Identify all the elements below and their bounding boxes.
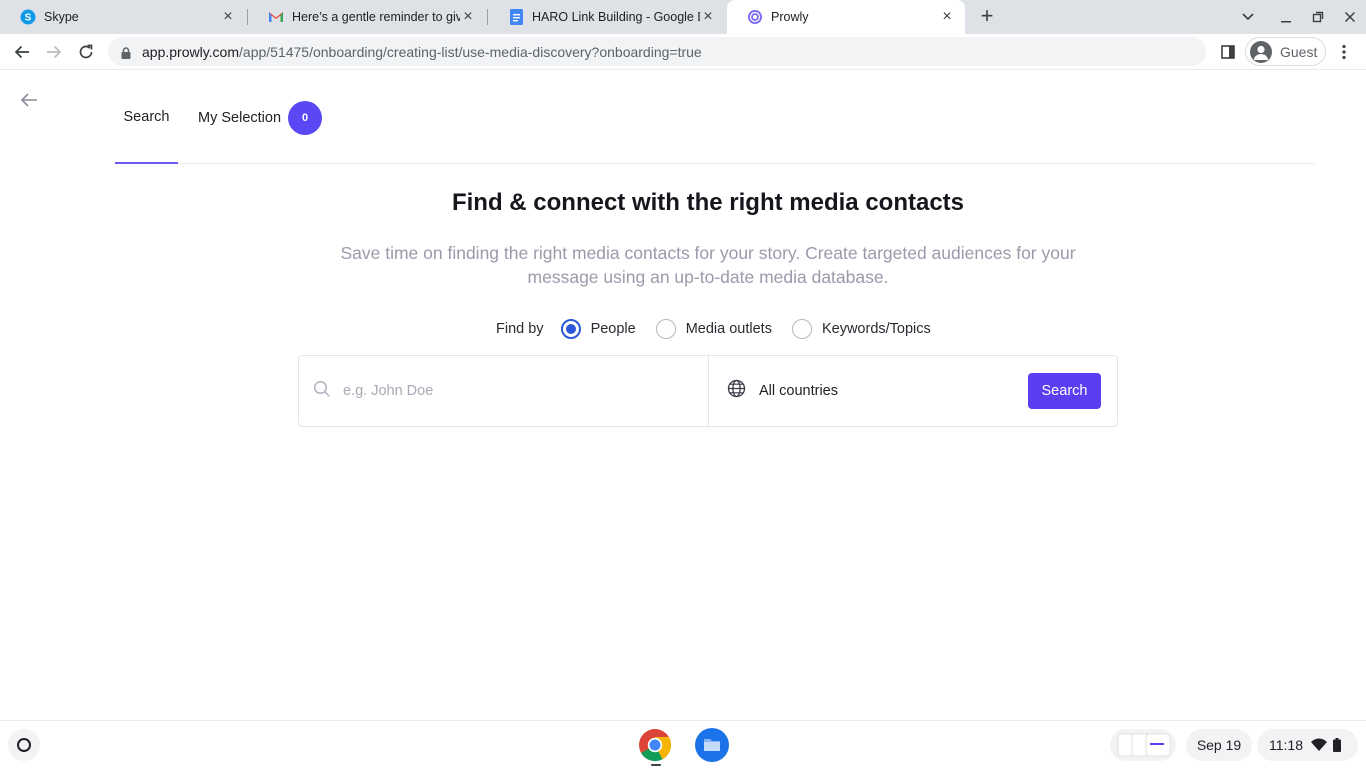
radio-media-outlets[interactable]: Media outlets bbox=[655, 319, 772, 339]
holding-space-thumbnails[interactable] bbox=[1110, 729, 1176, 761]
tab-google-docs[interactable]: HARO Link Building - Google Doc × bbox=[488, 0, 726, 34]
selection-count-badge: 0 bbox=[288, 100, 323, 135]
tab-title: Prowly bbox=[771, 10, 809, 24]
chrome-icon[interactable] bbox=[638, 728, 672, 762]
country-select[interactable]: All countries Search bbox=[710, 356, 1117, 426]
more-vert-icon[interactable] bbox=[1332, 40, 1356, 64]
tab-strip: S Skype × Here’s a gentle reminder to gi… bbox=[0, 0, 1366, 34]
prowly-page: Search My Selection 0 Find & connect wit… bbox=[0, 71, 1366, 720]
reload-icon[interactable] bbox=[74, 40, 98, 64]
restore-icon[interactable] bbox=[1307, 6, 1329, 28]
back-arrow-icon[interactable] bbox=[18, 89, 40, 111]
url-text: app.prowly.com/app/51475/onboarding/crea… bbox=[142, 44, 702, 60]
search-button[interactable]: Search bbox=[1028, 373, 1101, 409]
radio-keywords-topics[interactable]: Keywords/Topics bbox=[791, 319, 931, 339]
radio-indicator[interactable] bbox=[655, 319, 676, 339]
os-shelf: Sep 19 11:18 bbox=[0, 720, 1366, 768]
find-by-group: Find by People Media outlets Keywords/To… bbox=[496, 317, 951, 341]
launcher-circle-icon bbox=[17, 738, 31, 752]
tab-my-selection[interactable]: My Selection 0 bbox=[198, 71, 323, 164]
radio-indicator[interactable] bbox=[791, 319, 812, 339]
search-input[interactable]: e.g. John Doe bbox=[299, 356, 709, 426]
files-icon[interactable] bbox=[695, 728, 729, 762]
address-bar[interactable]: app.prowly.com/app/51475/onboarding/crea… bbox=[108, 37, 1206, 66]
url-domain: app.prowly.com bbox=[142, 43, 240, 60]
close-icon[interactable]: × bbox=[939, 9, 955, 25]
svg-text:S: S bbox=[25, 13, 32, 24]
profile-label: Guest bbox=[1280, 43, 1318, 60]
browser-toolbar: app.prowly.com/app/51475/onboarding/crea… bbox=[0, 34, 1366, 70]
page-title: Find & connect with the right media cont… bbox=[451, 189, 965, 216]
close-icon[interactable]: × bbox=[700, 9, 716, 25]
search-placeholder: e.g. John Doe bbox=[343, 383, 434, 399]
date-indicator[interactable]: Sep 19 bbox=[1186, 729, 1252, 761]
search-icon bbox=[313, 380, 331, 403]
country-value: All countries bbox=[759, 383, 838, 399]
tab-title: Skype bbox=[44, 10, 79, 24]
tab-search[interactable]: Search bbox=[115, 71, 178, 164]
gmail-icon bbox=[268, 9, 284, 25]
battery-icon bbox=[1333, 738, 1341, 752]
tab-gmail[interactable]: Here’s a gentle reminder to give y × bbox=[248, 0, 486, 34]
radio-label: Media outlets bbox=[685, 321, 772, 337]
page-tabs: Search My Selection 0 bbox=[115, 71, 1315, 164]
radio-people[interactable]: People bbox=[560, 319, 636, 339]
search-panel: e.g. John Doe All countries Search bbox=[298, 355, 1118, 427]
tab-title: Here’s a gentle reminder to give y bbox=[292, 10, 460, 24]
forward-icon[interactable] bbox=[42, 40, 66, 64]
running-indicator bbox=[651, 764, 661, 766]
close-icon[interactable]: × bbox=[220, 9, 236, 25]
radio-indicator[interactable] bbox=[560, 319, 581, 339]
google-docs-icon bbox=[508, 9, 524, 25]
close-icon[interactable]: × bbox=[460, 9, 476, 25]
find-by-label: Find by bbox=[496, 321, 544, 337]
lock-icon bbox=[120, 46, 132, 59]
tab-title: HARO Link Building - Google Doc bbox=[532, 10, 700, 24]
skype-icon: S bbox=[20, 9, 36, 25]
radio-label: People bbox=[590, 321, 636, 337]
minimize-icon[interactable] bbox=[1275, 6, 1297, 28]
avatar-icon bbox=[1250, 40, 1272, 63]
system-tray[interactable]: 11:18 bbox=[1257, 729, 1358, 761]
page-subtitle: Save time on finding the right media con… bbox=[340, 243, 1076, 287]
tab-search-chevron-icon[interactable] bbox=[1237, 6, 1259, 28]
profile-button[interactable]: Guest bbox=[1245, 37, 1326, 66]
close-window-icon[interactable] bbox=[1339, 6, 1361, 28]
launcher-button[interactable] bbox=[8, 729, 40, 761]
wifi-icon bbox=[1311, 738, 1327, 752]
back-icon[interactable] bbox=[10, 40, 34, 64]
clock-time: 11:18 bbox=[1269, 737, 1303, 753]
tab-search-label: Search bbox=[123, 108, 170, 125]
url-path: /app/51475/onboarding/creating-list/use-… bbox=[239, 43, 702, 60]
globe-icon bbox=[727, 379, 746, 403]
prowly-icon bbox=[747, 9, 763, 25]
radio-label: Keywords/Topics bbox=[821, 321, 931, 337]
tab-prowly[interactable]: Prowly × bbox=[727, 0, 965, 34]
side-panel-icon[interactable] bbox=[1216, 40, 1240, 64]
new-tab-plus-icon[interactable]: + bbox=[976, 5, 998, 27]
tab-skype[interactable]: S Skype × bbox=[0, 0, 246, 34]
tab-my-selection-label: My Selection bbox=[198, 109, 282, 126]
